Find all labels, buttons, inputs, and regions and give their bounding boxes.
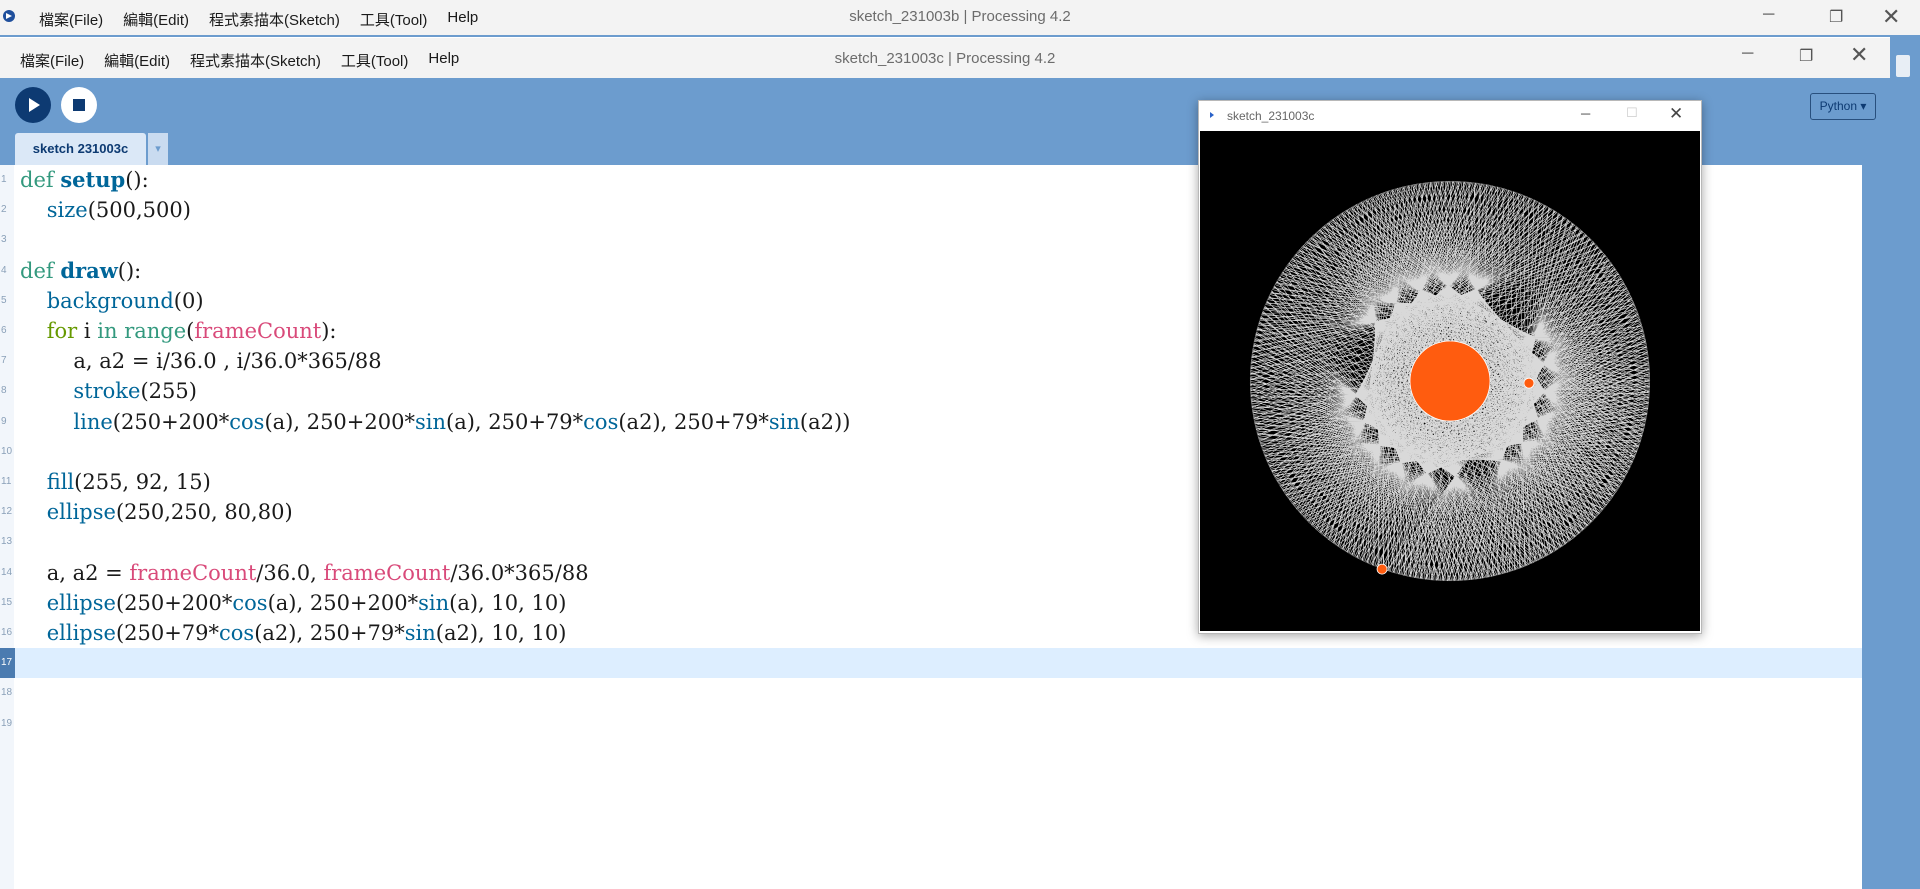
line-number: 13 — [1, 536, 13, 548]
back-window-title: sketch_231003b | Processing 4.2 — [849, 8, 1071, 25]
code-text: background(0) — [46, 288, 204, 313]
sketch-app-icon — [1210, 112, 1214, 118]
line-number: 6 — [1, 325, 7, 336]
editor-scrollbar[interactable] — [1862, 165, 1890, 889]
code-text: ellipse(250+79*cos(a2), 250+79*sin(a2), … — [46, 621, 567, 645]
line-number: 19 — [1, 717, 13, 729]
front-window-titlebar: 檔案(File) 編輯(Edit) 程式素描本(Sketch) 工具(Tool)… — [0, 38, 1890, 78]
code-text: a, a2 = i/36.0 , i/36.0*365/88 — [20, 349, 382, 374]
back-window-edge — [1890, 37, 1920, 889]
line-number: 16 — [1, 627, 13, 638]
line-number: 1 — [1, 174, 7, 185]
line-number: 7 — [1, 355, 7, 367]
code-text: size(500,500) — [46, 198, 191, 223]
close-icon[interactable]: ✕ — [1850, 42, 1868, 68]
line-number: 3 — [1, 234, 7, 246]
code-text: a, a2 = frameCount/36.0, frameCount/36.0… — [20, 560, 589, 585]
maximize-icon: ☐ — [1626, 105, 1638, 120]
code-text: stroke(255) — [73, 379, 197, 404]
line-number: 17 — [0, 648, 15, 679]
code-text: fill(255, 92, 15) — [46, 470, 211, 494]
code-text: ellipse(250,250, 80,80) — [46, 500, 293, 525]
line-number: 2 — [1, 204, 7, 216]
code-text: for i in range(frameCount): — [46, 319, 337, 343]
code-text: def setup(): — [20, 167, 149, 192]
close-icon[interactable]: ✕ — [1669, 104, 1683, 124]
line-number: 9 — [1, 415, 7, 427]
outer-dot — [1376, 563, 1388, 575]
center-ellipse — [1409, 340, 1491, 422]
line-number: 18 — [1, 687, 13, 699]
minimize-icon[interactable]: ─ — [1763, 6, 1774, 24]
close-icon[interactable]: ✕ — [1882, 4, 1900, 30]
line-number: 10 — [1, 445, 13, 457]
line-number: 11 — [1, 476, 12, 487]
front-window-title: sketch_231003c | Processing 4.2 — [834, 50, 1056, 67]
line-number: 15 — [1, 596, 13, 608]
sketch-window-titlebar: sketch_231003c ─ ☐ ✕ — [1199, 101, 1701, 131]
line-number: 8 — [1, 385, 7, 397]
back-window-mode-button[interactable] — [1896, 55, 1910, 77]
line-number: 5 — [1, 294, 7, 306]
code-text: def draw(): — [20, 257, 142, 283]
line-number: 4 — [1, 264, 7, 276]
code-text: ellipse(250+200*cos(a), 250+200*sin(a), … — [46, 590, 567, 615]
sketch-window-title: sketch_231003c — [1227, 109, 1315, 123]
inner-dot — [1523, 377, 1535, 389]
run-button[interactable] — [15, 87, 51, 123]
sketch-output-window: sketch_231003c ─ ☐ ✕ — [1198, 100, 1702, 634]
sketch-canvas — [1200, 131, 1700, 631]
stop-button[interactable] — [61, 87, 97, 123]
tab-menu-arrow-icon[interactable]: ▾ — [148, 133, 168, 165]
restore-icon[interactable]: ❐ — [1799, 46, 1813, 66]
minimize-icon[interactable]: ─ — [1742, 45, 1753, 63]
code-text: line(250+200*cos(a), 250+200*sin(a), 250… — [73, 409, 851, 434]
back-window-titlebar: 檔案(File) 編輯(Edit) 程式素描本(Sketch) 工具(Tool)… — [0, 0, 1920, 37]
line-number: 12 — [1, 506, 13, 518]
mode-selector[interactable]: Python ▾ — [1810, 93, 1876, 120]
code-line[interactable]: 19 — [0, 709, 1862, 739]
minimize-icon[interactable]: ─ — [1581, 106, 1590, 121]
line-number: 14 — [1, 566, 13, 578]
restore-icon[interactable]: ❐ — [1829, 7, 1843, 27]
code-line[interactable]: 18 — [0, 678, 1862, 708]
tab-sketch-231003c[interactable]: sketch 231003c — [15, 133, 146, 165]
code-line[interactable]: 17 — [0, 648, 1862, 679]
